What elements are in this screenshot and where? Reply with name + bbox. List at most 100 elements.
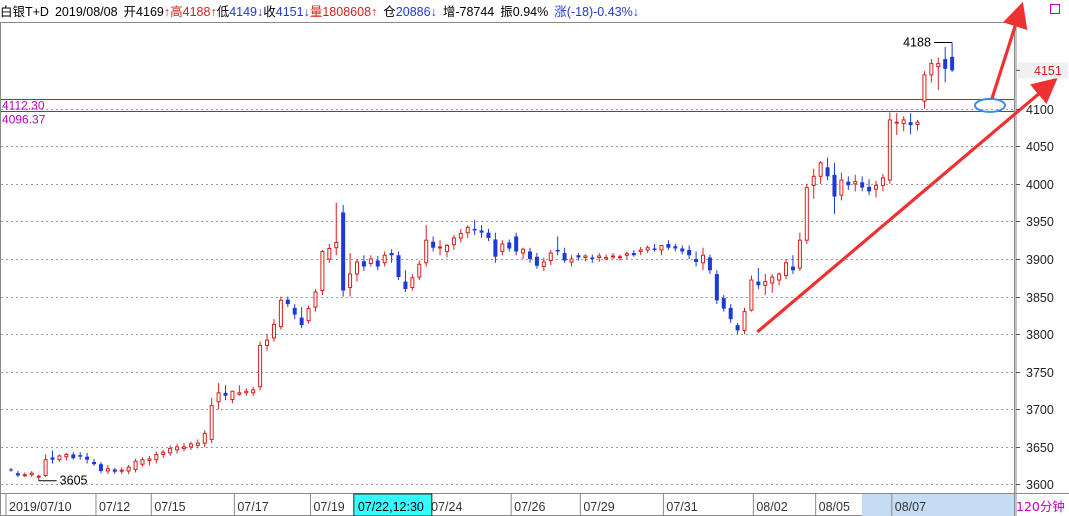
level-line-label: 4112.30 [2,99,45,113]
candle-body [735,325,740,331]
candle-body [950,56,955,71]
candle-body [168,447,173,454]
candle [652,243,657,252]
candle-body [867,186,872,192]
candle-body [777,273,782,281]
candle [562,247,567,263]
y-tick-label: 3700 [1026,403,1054,417]
candle-body [880,177,885,186]
candle-body [126,466,131,472]
candle [528,247,532,263]
candle-body [908,122,913,126]
candle [410,274,415,291]
candlestick-chart[interactable]: 4112.304096.37 4188 3605 3600 3650 3700 3750… [0,0,1069,516]
candle [707,254,712,275]
candle-body [645,247,650,251]
candle-body [846,181,851,186]
candle [611,252,616,259]
candle [202,430,207,447]
candle-body [749,279,754,311]
candle [341,204,346,297]
candle-body [521,248,526,254]
candle-body [202,432,207,444]
candle-body [555,249,560,252]
candle [749,275,754,312]
candle [555,236,560,256]
candle-body [22,474,27,477]
candle-body [576,255,581,258]
candle [784,259,789,280]
candle [950,42,955,72]
candle [223,385,228,401]
candle-body [424,239,429,264]
candle-body [756,281,761,286]
candle-body [396,255,401,278]
candle [659,244,664,256]
candle-body [78,455,83,457]
candle [147,455,152,466]
candle [804,183,809,244]
candle [216,383,221,410]
x-tick-label: 07/15 [154,500,185,514]
candle [943,47,948,83]
candle-body [71,454,76,459]
candle [887,112,892,184]
candle [368,255,373,267]
candle-body [590,257,595,259]
candle-body [410,277,415,289]
candle-body [652,248,657,250]
candle-body [334,241,339,249]
candle-body [292,307,297,315]
candle-body [119,469,124,472]
candle [50,450,55,464]
candle-body [355,261,359,275]
candle [908,113,913,135]
crosshair-time-label: 07/22,12:30 [358,500,424,514]
candle [666,240,671,250]
candle-body [818,162,823,177]
low-marker-label: 3605 [60,474,88,488]
candle-body [707,257,712,271]
candle-body [451,237,456,246]
candle-body [811,175,816,186]
candle [936,57,941,90]
candle [638,246,643,256]
candle [43,454,48,477]
candle [728,304,733,323]
candle-body [154,453,159,461]
candle [85,452,90,464]
candle-body [825,167,830,177]
candle [742,307,747,335]
candle-body [133,460,138,470]
candle [36,474,41,481]
candle-body [915,121,920,125]
last-price-label: 4151 [1034,64,1062,78]
candle-body [528,251,532,259]
candle-body [92,461,97,465]
candle [770,274,775,293]
candle [880,174,885,192]
candle [500,240,505,256]
candle [403,270,408,293]
candle [735,322,740,335]
candle [375,255,380,271]
candle-body [853,181,858,185]
candle [548,249,553,266]
x-tick-label: 08/07 [895,500,926,514]
candle [507,239,512,252]
candle [624,251,629,259]
candle [763,274,768,296]
candle-body [943,59,948,69]
candle [133,458,138,473]
candle [237,385,242,396]
candle-body [278,299,283,328]
candle [915,119,920,131]
candle [597,252,602,263]
candle [161,449,166,459]
candle-body [763,281,768,286]
y-tick-label: 4050 [1026,140,1054,154]
candle-body [36,475,41,478]
candle-body [403,281,408,290]
candle-body [604,256,609,260]
x-tick-label: 07/17 [237,500,268,514]
